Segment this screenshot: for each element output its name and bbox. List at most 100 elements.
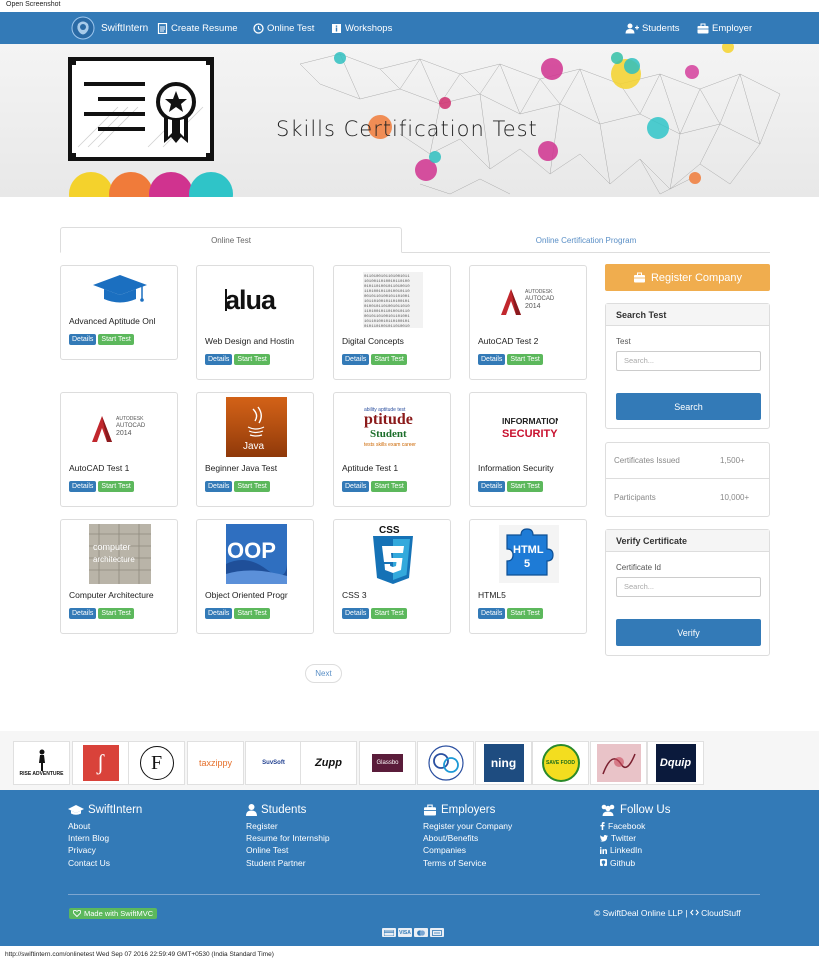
footer-link-register-company[interactable]: Register your Company	[423, 820, 512, 832]
test-thumbnail-graduation-cap[interactable]	[61, 266, 179, 314]
brand[interactable]: SwiftIntern	[70, 15, 148, 41]
stat-label: Certificates Issued	[614, 456, 680, 465]
footer-link-contact[interactable]: Contact Us	[68, 857, 142, 869]
footer-link-github[interactable]: Github	[600, 857, 670, 869]
start-test-button[interactable]: Start Test	[98, 334, 134, 345]
footer-link-privacy[interactable]: Privacy	[68, 844, 142, 856]
test-thumbnail-valua-text[interactable]: alua	[197, 266, 315, 334]
details-button[interactable]: Details	[205, 608, 233, 619]
start-test-button[interactable]: Start Test	[234, 481, 270, 492]
facebook-icon	[600, 822, 605, 831]
test-title: CSS 3	[342, 590, 367, 600]
partner-logo[interactable]: SuvSoft	[245, 741, 302, 785]
nav-employer[interactable]: Employer	[697, 12, 752, 44]
nav-students[interactable]: Students	[625, 12, 680, 44]
footer-link-register[interactable]: Register	[246, 820, 330, 832]
test-thumbnail-autocad-logo[interactable]: AUTODESK AUTOCAD 2014	[61, 393, 179, 461]
details-button[interactable]: Details	[478, 481, 506, 492]
partner-logo[interactable]: Glassbo	[359, 741, 416, 785]
svg-text:AUTOCAD: AUTOCAD	[116, 423, 146, 429]
partner-logo[interactable]: Dquip	[647, 741, 704, 785]
copyright-company[interactable]: SwiftDeal Online LLP	[603, 908, 683, 918]
certificate-id-input[interactable]: Search...	[616, 577, 761, 597]
test-thumbnail-html5-puzzle[interactable]: HTML 5	[470, 520, 588, 588]
tab-online-certification-program[interactable]: Online Certification Program	[402, 227, 770, 253]
start-test-button[interactable]: Start Test	[371, 608, 407, 619]
footer-link-twitter[interactable]: Twitter	[600, 832, 670, 844]
test-thumbnail-infosec-text[interactable]: INFORMATION SECURITY	[470, 393, 588, 461]
start-test-button[interactable]: Start Test	[234, 354, 270, 365]
start-test-button[interactable]: Start Test	[371, 354, 407, 365]
nav-create-resume[interactable]: Create Resume	[157, 12, 238, 44]
made-with-badge[interactable]: Made with SwiftMVC	[69, 908, 158, 919]
test-actions: Details Start Test	[342, 608, 407, 619]
search-test-input[interactable]: Search...	[616, 351, 761, 371]
details-button[interactable]: Details	[69, 608, 97, 619]
footer-link-label: Twitter	[611, 833, 637, 844]
partner-logo[interactable]: taxzippy	[187, 741, 244, 785]
footer-link-intern-blog[interactable]: Intern Blog	[68, 832, 142, 844]
partner-logo[interactable]	[417, 741, 474, 785]
verify-button[interactable]: Verify	[616, 619, 761, 646]
svg-text:tests skills exam career: tests skills exam career	[364, 442, 416, 448]
partner-logo[interactable]: ning	[475, 741, 532, 785]
details-button[interactable]: Details	[205, 481, 233, 492]
start-test-button[interactable]: Start Test	[507, 354, 543, 365]
copyright-partner[interactable]: CloudStuff	[701, 908, 741, 918]
footer-link-facebook[interactable]: Facebook	[600, 820, 670, 832]
footer-link-benefits[interactable]: About/Benefits	[423, 832, 512, 844]
partner-logo[interactable]: RISE ADVENTURE	[13, 741, 70, 785]
partner-logo[interactable]: F	[128, 741, 185, 785]
footer-link-student-partner[interactable]: Student Partner	[246, 857, 330, 869]
test-thumbnail-java-logo[interactable]: Java	[197, 393, 315, 461]
footer-link-resume[interactable]: Resume for Internship	[246, 832, 330, 844]
partner-logo[interactable]: SAVE FOOD	[532, 741, 589, 785]
start-test-button[interactable]: Start Test	[507, 481, 543, 492]
details-button[interactable]: Details	[69, 334, 97, 345]
details-button[interactable]: Details	[478, 354, 506, 365]
site-footer: SwiftIntern About Intern Blog Privacy Co…	[0, 790, 819, 946]
details-button[interactable]: Details	[478, 608, 506, 619]
start-test-button[interactable]: Start Test	[98, 608, 134, 619]
details-button[interactable]: Details	[342, 608, 370, 619]
start-test-button[interactable]: Start Test	[98, 481, 134, 492]
test-thumbnail-binary-code[interactable]: 0110100101101001011 1010011010010110100 01…	[334, 266, 452, 334]
footer-link-about[interactable]: About	[68, 820, 142, 832]
svg-text:1011010010110100101: 1011010010110100101	[364, 320, 410, 324]
test-title: HTML5	[478, 590, 506, 600]
test-thumbnail-css3-logo[interactable]: CSS	[334, 520, 452, 588]
visa-icon: VISA	[398, 928, 412, 937]
svg-text:architecture: architecture	[93, 555, 135, 564]
test-thumbnail-autocad-logo[interactable]: AUTODESK AUTOCAD 2014	[470, 266, 588, 334]
start-test-button[interactable]: Start Test	[234, 608, 270, 619]
partner-logo[interactable]	[590, 741, 647, 785]
search-button[interactable]: Search	[616, 393, 761, 420]
details-button[interactable]: Details	[205, 354, 233, 365]
details-button[interactable]: Details	[342, 481, 370, 492]
nav-workshops[interactable]: Workshops	[331, 12, 392, 44]
next-page-button[interactable]: Next	[305, 664, 342, 683]
details-button[interactable]: Details	[69, 481, 97, 492]
test-title: Beginner Java Test	[205, 463, 278, 473]
nav-online-test[interactable]: Online Test	[253, 12, 314, 44]
test-thumbnail-computer-architecture[interactable]: computer architecture	[61, 520, 179, 588]
start-test-button[interactable]: Start Test	[507, 608, 543, 619]
stats-panel: Certificates Issued 1,500+ Participants …	[605, 442, 770, 517]
made-with-label: Made with SwiftMVC	[84, 909, 154, 918]
footer-link-linkedin[interactable]: LinkedIn	[600, 844, 670, 856]
test-title: Computer Architecture	[69, 590, 154, 600]
test-thumbnail-oop-text[interactable]: OOP	[197, 520, 315, 588]
footer-link-terms[interactable]: Terms of Service	[423, 857, 512, 869]
footer-link-online-test[interactable]: Online Test	[246, 844, 330, 856]
partner-logo[interactable]: ʃ	[72, 741, 129, 785]
details-button[interactable]: Details	[342, 354, 370, 365]
tab-online-test[interactable]: Online Test	[60, 227, 402, 253]
stat-value: 10,000+	[720, 493, 750, 502]
graduation-cap-icon	[68, 804, 84, 815]
partner-logo[interactable]: Zupp	[300, 741, 357, 785]
register-company-button[interactable]: Register Company	[605, 264, 770, 291]
svg-text:2014: 2014	[116, 430, 132, 437]
footer-link-companies[interactable]: Companies	[423, 844, 512, 856]
start-test-button[interactable]: Start Test	[371, 481, 407, 492]
test-thumbnail-aptitude-wordcloud[interactable]: ptitude Student tests skills exam career ab…	[334, 393, 452, 461]
